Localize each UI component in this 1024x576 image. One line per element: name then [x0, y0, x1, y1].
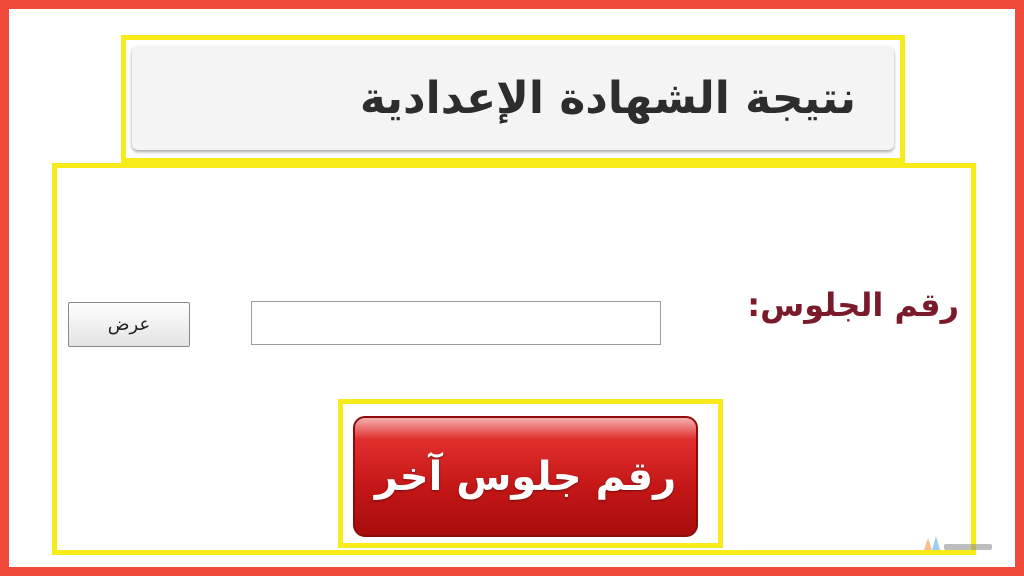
site-logo-watermark	[924, 536, 992, 550]
page-title: نتيجة الشهادة الإعدادية	[359, 72, 856, 124]
button-highlight-box: رقم جلوس آخر	[338, 399, 723, 548]
title-highlight-box: نتيجة الشهادة الإعدادية	[121, 35, 905, 163]
seat-number-input[interactable]	[251, 301, 661, 345]
title-panel: نتيجة الشهادة الإعدادية	[132, 46, 894, 150]
watermark-icon	[924, 536, 992, 550]
show-result-button[interactable]: عرض	[68, 302, 190, 347]
another-seat-number-button[interactable]: رقم جلوس آخر	[353, 416, 698, 537]
seat-number-label: رقم الجلوس:	[747, 286, 959, 324]
